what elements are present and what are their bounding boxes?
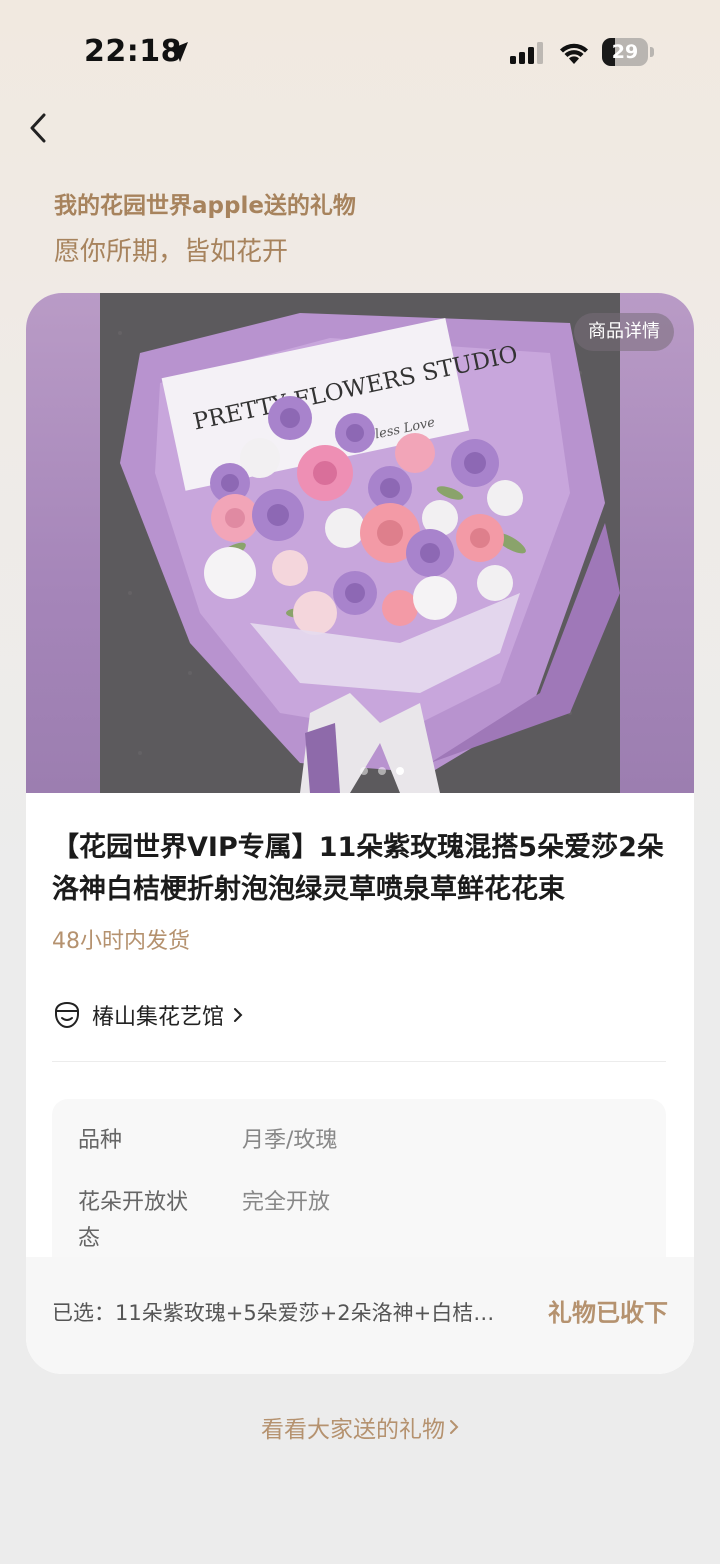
- divider: [52, 1061, 666, 1062]
- shop-icon: [55, 1001, 79, 1029]
- battery-level: 29: [611, 41, 639, 63]
- see-others-label: 看看大家送的礼物: [261, 1417, 445, 1443]
- battery-indicator: 29: [602, 38, 654, 66]
- status-bar: 22:18 29: [0, 0, 720, 100]
- spec-label: 品种: [78, 1128, 123, 1153]
- see-others-gifts-link[interactable]: 看看大家送的礼物: [0, 1410, 720, 1444]
- cellular-signal-icon: [510, 42, 543, 64]
- product-title: 【花园世界VIP专属】11朵紫玫瑰混搭5朵爱莎2朵洛神白桔梗折射泡泡绿灵草喷泉草…: [52, 832, 664, 905]
- chevron-right-icon: [234, 1008, 243, 1022]
- wifi-icon: [560, 43, 588, 64]
- selected-variant[interactable]: 已选：11朵紫玫瑰+5朵爱莎+2朵洛神+白桔梗折射泡泡绿灵草喷泉草: [52, 1297, 514, 1327]
- bottom-bar: 已选：11朵紫玫瑰+5朵爱莎+2朵洛神+白桔梗折射泡泡绿灵草喷泉草 礼物已收下: [26, 1257, 694, 1374]
- chevron-left-icon: [30, 113, 46, 143]
- sender-line: 我的花园世界apple送的礼物: [54, 193, 356, 219]
- location-arrow-icon: [168, 42, 188, 62]
- page-dot: [360, 767, 368, 775]
- spec-value: 月季/玫瑰: [242, 1128, 338, 1153]
- gift-received-button[interactable]: 礼物已收下: [548, 1293, 668, 1328]
- chevron-right-icon: [450, 1420, 459, 1434]
- shipping-info: 48小时内发货: [52, 929, 190, 954]
- product-image[interactable]: PRETTY FLOWERS STUDIO Endless Love 商品详情: [26, 293, 694, 793]
- product-details-tag[interactable]: 商品详情: [574, 313, 674, 351]
- spec-row: 品种 月季/玫瑰: [78, 1123, 638, 1163]
- spec-value: 完全开放: [242, 1190, 331, 1215]
- shop-name: 椿山集花艺馆: [92, 1005, 225, 1030]
- page-dot: [378, 767, 386, 775]
- shop-link[interactable]: 椿山集花艺馆: [52, 997, 244, 1033]
- gift-card: PRETTY FLOWERS STUDIO Endless Love 商品详情 …: [26, 293, 694, 1374]
- image-page-indicator: [360, 767, 404, 775]
- greeting-text: 愿你所期，皆如花开: [54, 237, 289, 267]
- spec-row: 花朵开放状态 完全开放: [78, 1185, 638, 1265]
- spec-label: 花朵开放状态: [78, 1190, 189, 1251]
- bouquet-illustration: PRETTY FLOWERS STUDIO Endless Love: [118, 313, 620, 793]
- back-button[interactable]: [18, 108, 58, 148]
- page-dot: [396, 767, 404, 775]
- product-photo: PRETTY FLOWERS STUDIO Endless Love: [100, 293, 620, 793]
